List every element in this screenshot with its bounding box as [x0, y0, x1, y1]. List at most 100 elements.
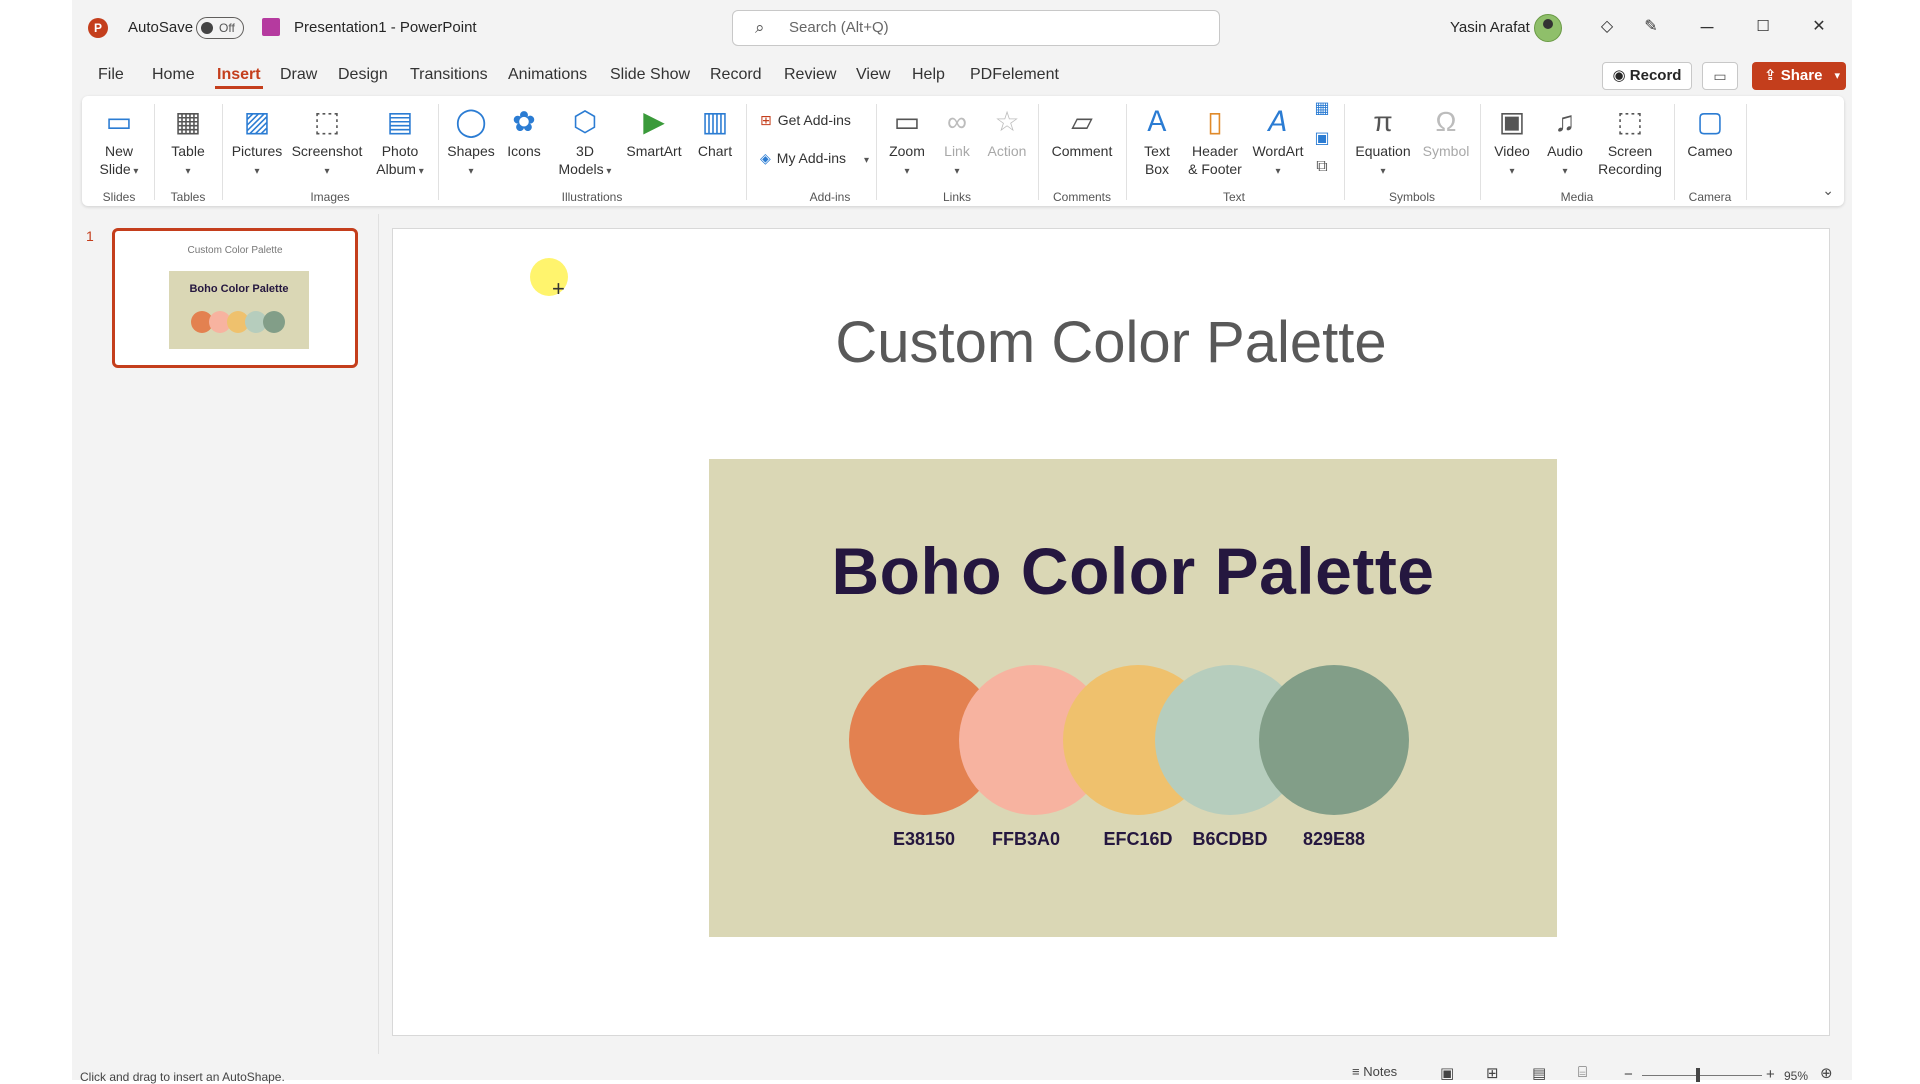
separator — [876, 104, 877, 200]
action-button[interactable]: ☆ Action — [982, 102, 1032, 160]
tab-transitions[interactable]: Transitions — [410, 66, 488, 84]
zoom-out-icon[interactable]: − — [1624, 1066, 1633, 1083]
smartart-button[interactable]: ▶ SmartArt — [620, 102, 688, 160]
group-media: Media — [1560, 190, 1594, 204]
screenshot-button[interactable]: ⬚ Screenshot ▾ — [288, 102, 366, 181]
wordart-button[interactable]: 𝘈 WordArt ▾ — [1248, 102, 1308, 181]
autosave-toggle[interactable]: Off — [196, 17, 244, 39]
symbol-label: Symbol — [1422, 143, 1470, 159]
minimize-button[interactable]: ─ — [1690, 12, 1724, 42]
zoom-icon: ▭ — [893, 106, 921, 137]
tab-insert[interactable]: Insert — [217, 66, 261, 84]
star-icon: ☆ — [994, 106, 1020, 137]
chevron-down-icon[interactable]: ⌄ — [1822, 182, 1834, 199]
text-box-button[interactable]: Ａ Text Box — [1132, 102, 1182, 178]
icons-button[interactable]: ✿ Icons — [500, 102, 548, 160]
chevron-down-icon[interactable]: ▾ — [864, 155, 869, 166]
header-footer-button[interactable]: ▯ Header & Footer — [1184, 102, 1246, 178]
fit-slide-icon[interactable]: ⊕ — [1820, 1064, 1833, 1082]
chevron-down-icon: ▾ — [904, 166, 910, 177]
zoom-slider[interactable] — [1642, 1075, 1762, 1076]
group-images: Images — [310, 190, 350, 204]
screen-recording-button[interactable]: ⬚ Screen Recording — [1592, 102, 1668, 178]
zoom-level[interactable]: 95% — [1784, 1069, 1808, 1083]
autosave-label: AutoSave — [128, 19, 194, 36]
object-icon[interactable]: ⧉ — [1308, 158, 1336, 176]
audio-button[interactable]: ♫ Audio ▾ — [1540, 102, 1590, 181]
user-name[interactable]: Yasin Arafat — [1450, 19, 1530, 36]
record-button[interactable]: ◉ Record — [1602, 62, 1692, 90]
3d-models-button[interactable]: ⬡ 3D Models ▾ — [552, 102, 618, 181]
tab-review[interactable]: Review — [784, 66, 836, 84]
save-icon[interactable] — [262, 18, 280, 36]
tab-pdfelement[interactable]: PDFelement — [970, 66, 1059, 84]
ribbon-tabs: File Home Insert Draw Design Transitions… — [72, 58, 1852, 92]
status-message: Click and drag to insert an AutoShape. — [80, 1070, 285, 1084]
slide-thumbnail[interactable]: Custom Color Palette Boho Color Palette — [112, 228, 358, 368]
tab-animations[interactable]: Animations — [508, 66, 587, 84]
search-box[interactable]: ⌕ Search (Alt+Q) — [732, 10, 1220, 46]
zoom-button[interactable]: ▭ Zoom ▾ — [882, 102, 932, 181]
tab-record[interactable]: Record — [710, 66, 762, 84]
new-slide-button[interactable]: ▭ New Slide ▾ — [88, 102, 150, 181]
slide-sorter-icon[interactable]: ⊞ — [1486, 1064, 1499, 1082]
get-addins-label: Get Add-ins — [777, 112, 851, 128]
powerpoint-logo-icon: P — [88, 18, 108, 38]
get-addins-button[interactable]: ⊞ Get Add-ins — [760, 112, 851, 129]
slide-number-icon[interactable]: ▣ — [1308, 130, 1336, 148]
table-icon: ▦ — [174, 106, 202, 137]
chart-label: Chart — [697, 143, 733, 159]
comments-button[interactable]: ▭ — [1702, 62, 1738, 90]
tab-file[interactable]: File — [98, 66, 124, 84]
pictures-button[interactable]: ▨ Pictures ▾ — [228, 102, 286, 181]
text-box-icon: Ａ — [1142, 106, 1171, 137]
video-icon: ▣ — [1498, 106, 1526, 137]
maximize-button[interactable]: ☐ — [1746, 12, 1780, 42]
header-footer-icon: ▯ — [1207, 106, 1223, 137]
shapes-icon: ◯ — [455, 106, 487, 137]
normal-view-icon[interactable]: ▣ — [1440, 1064, 1454, 1082]
avatar[interactable] — [1534, 14, 1562, 42]
cameo-button[interactable]: ▢ Cameo — [1680, 102, 1740, 160]
chevron-down-icon: ▾ — [1562, 166, 1568, 177]
table-button[interactable]: ▦ Table ▾ — [160, 102, 216, 181]
chart-button[interactable]: ▥ Chart — [690, 102, 740, 160]
slideshow-icon[interactable]: ⌸ — [1578, 1064, 1587, 1081]
reading-view-icon[interactable]: ▤ — [1532, 1064, 1546, 1082]
photo-album-label: Photo Album — [376, 143, 419, 177]
search-placeholder: Search (Alt+Q) — [789, 19, 889, 36]
photo-album-button[interactable]: ▤ Photo Album ▾ — [368, 102, 432, 181]
tab-draw[interactable]: Draw — [280, 66, 317, 84]
symbol-button[interactable]: Ω Symbol — [1418, 102, 1474, 160]
tab-home[interactable]: Home — [152, 66, 195, 84]
equation-button[interactable]: π Equation ▾ — [1350, 102, 1416, 181]
video-button[interactable]: ▣ Video ▾ — [1486, 102, 1538, 181]
share-button[interactable]: ⇪ Share ▾ — [1752, 62, 1846, 90]
slide-title[interactable]: Custom Color Palette — [393, 309, 1829, 376]
tab-design[interactable]: Design — [338, 66, 388, 84]
wordart-label: WordArt — [1252, 143, 1304, 159]
close-button[interactable]: ✕ — [1802, 12, 1836, 42]
link-button[interactable]: ∞ Link ▾ — [934, 102, 980, 181]
header-footer-label: Header & Footer — [1188, 143, 1242, 177]
diamond-icon[interactable]: ◇ — [1590, 12, 1624, 42]
palette-image[interactable]: Boho Color Palette E38150 FFB3A0 EFC16D … — [709, 459, 1557, 937]
tab-slide-show[interactable]: Slide Show — [610, 66, 690, 84]
slide[interactable]: Custom Color Palette Boho Color Palette … — [392, 228, 1830, 1036]
pen-icon[interactable]: ✎ — [1634, 12, 1668, 42]
my-addins-button[interactable]: ◈ My Add-ins ▾ — [760, 150, 869, 167]
notes-button[interactable]: ≡ Notes — [1352, 1064, 1397, 1079]
zoom-in-icon[interactable]: + — [1766, 1066, 1775, 1083]
chevron-down-icon[interactable]: ▾ — [1834, 62, 1840, 90]
camera-icon: ▢ — [1696, 106, 1724, 137]
shapes-button[interactable]: ◯ Shapes ▾ — [444, 102, 498, 181]
tab-help[interactable]: Help — [912, 66, 945, 84]
swatch-label: 829E88 — [1302, 829, 1366, 849]
tab-view[interactable]: View — [856, 66, 890, 84]
group-links: Links — [942, 190, 971, 204]
comment-button[interactable]: ▱ Comment — [1044, 102, 1120, 160]
comment-icon: ▭ — [1713, 68, 1727, 84]
date-time-icon[interactable]: ▦ — [1308, 100, 1336, 118]
record-icon: ◉ — [1612, 67, 1626, 84]
grid-plus-icon: ⊞ — [760, 112, 772, 128]
